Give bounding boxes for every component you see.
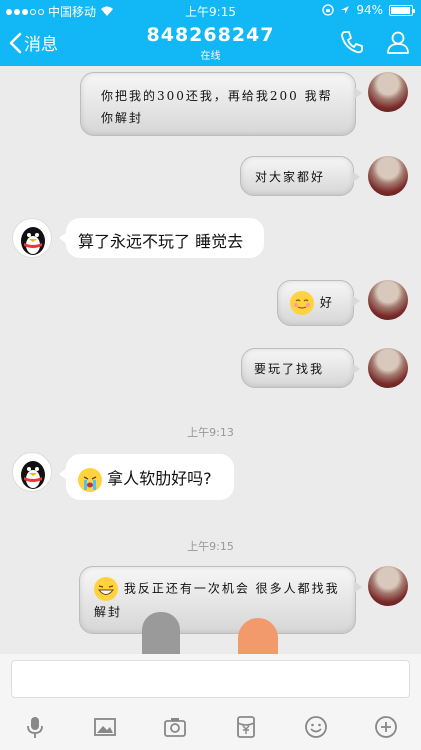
message-text: 拿人软肋好吗? bbox=[107, 469, 212, 488]
crying-emoji-icon bbox=[78, 467, 102, 492]
message-bubble[interactable]: 我反正还有一次机会 很多人都找我解封 bbox=[79, 566, 362, 634]
message-text: 对大家都好 bbox=[255, 170, 326, 184]
avatar[interactable] bbox=[368, 280, 408, 320]
message-text: 你把我的300还我，再给我200 我帮你解封 bbox=[101, 89, 333, 125]
message-input[interactable] bbox=[11, 660, 410, 698]
grin-emoji-icon bbox=[94, 577, 118, 601]
input-area bbox=[0, 654, 421, 750]
avatar[interactable] bbox=[368, 348, 408, 388]
battery-percent: 94% bbox=[356, 3, 383, 17]
location-icon bbox=[341, 6, 350, 14]
image-icon[interactable] bbox=[92, 714, 118, 740]
emoji-icon[interactable] bbox=[303, 714, 329, 740]
message-text: 要玩了找我 bbox=[254, 362, 325, 376]
phone-icon[interactable] bbox=[339, 29, 365, 55]
message-text: 好 bbox=[319, 295, 334, 310]
message-bubble[interactable]: 好 bbox=[277, 280, 360, 326]
timestamp: 上午9:13 bbox=[187, 426, 234, 439]
status-bar: 中国移动 上午9:15 94% bbox=[0, 0, 421, 20]
profile-icon[interactable] bbox=[385, 29, 411, 55]
penguin-icon bbox=[21, 461, 45, 489]
message-text: 算了永远不玩了 睡觉去 bbox=[78, 232, 244, 251]
message-text: 我反正还有一次机会 很多人都找我解封 bbox=[94, 581, 340, 620]
message-bubble[interactable]: 对大家都好 bbox=[240, 156, 360, 196]
sticker-girl-character bbox=[238, 618, 278, 654]
avatar[interactable] bbox=[368, 156, 408, 196]
top-bar: 中国移动 上午9:15 94% 消息 848268247 在线 bbox=[0, 0, 421, 66]
message-bubble[interactable]: 你把我的300还我，再给我200 我帮你解封 bbox=[80, 72, 362, 136]
avatar[interactable] bbox=[12, 218, 52, 258]
sticker-gray-character bbox=[142, 612, 180, 654]
lock-rotation-icon bbox=[322, 4, 334, 16]
red-packet-icon[interactable] bbox=[233, 714, 259, 740]
input-toolbar bbox=[0, 704, 421, 750]
avatar[interactable] bbox=[12, 452, 52, 492]
avatar[interactable] bbox=[368, 72, 408, 112]
camera-icon[interactable] bbox=[162, 714, 188, 740]
mic-icon[interactable] bbox=[22, 714, 48, 740]
timestamp: 上午9:15 bbox=[187, 540, 234, 553]
chat-area[interactable]: 你把我的300还我，再给我200 我帮你解封 对大家都好 算了永远不玩了 睡觉去… bbox=[0, 66, 421, 654]
battery-icon bbox=[389, 4, 415, 16]
nav-bar: 消息 848268247 在线 bbox=[0, 20, 421, 66]
penguin-icon bbox=[21, 227, 45, 255]
plus-icon[interactable] bbox=[373, 714, 399, 740]
message-bubble[interactable]: 算了永远不玩了 睡觉去 bbox=[59, 218, 264, 258]
message-bubble[interactable]: 拿人软肋好吗? bbox=[59, 454, 234, 500]
smile-emoji-icon bbox=[290, 291, 314, 315]
message-bubble[interactable]: 要玩了找我 bbox=[241, 348, 360, 388]
avatar[interactable] bbox=[368, 566, 408, 606]
